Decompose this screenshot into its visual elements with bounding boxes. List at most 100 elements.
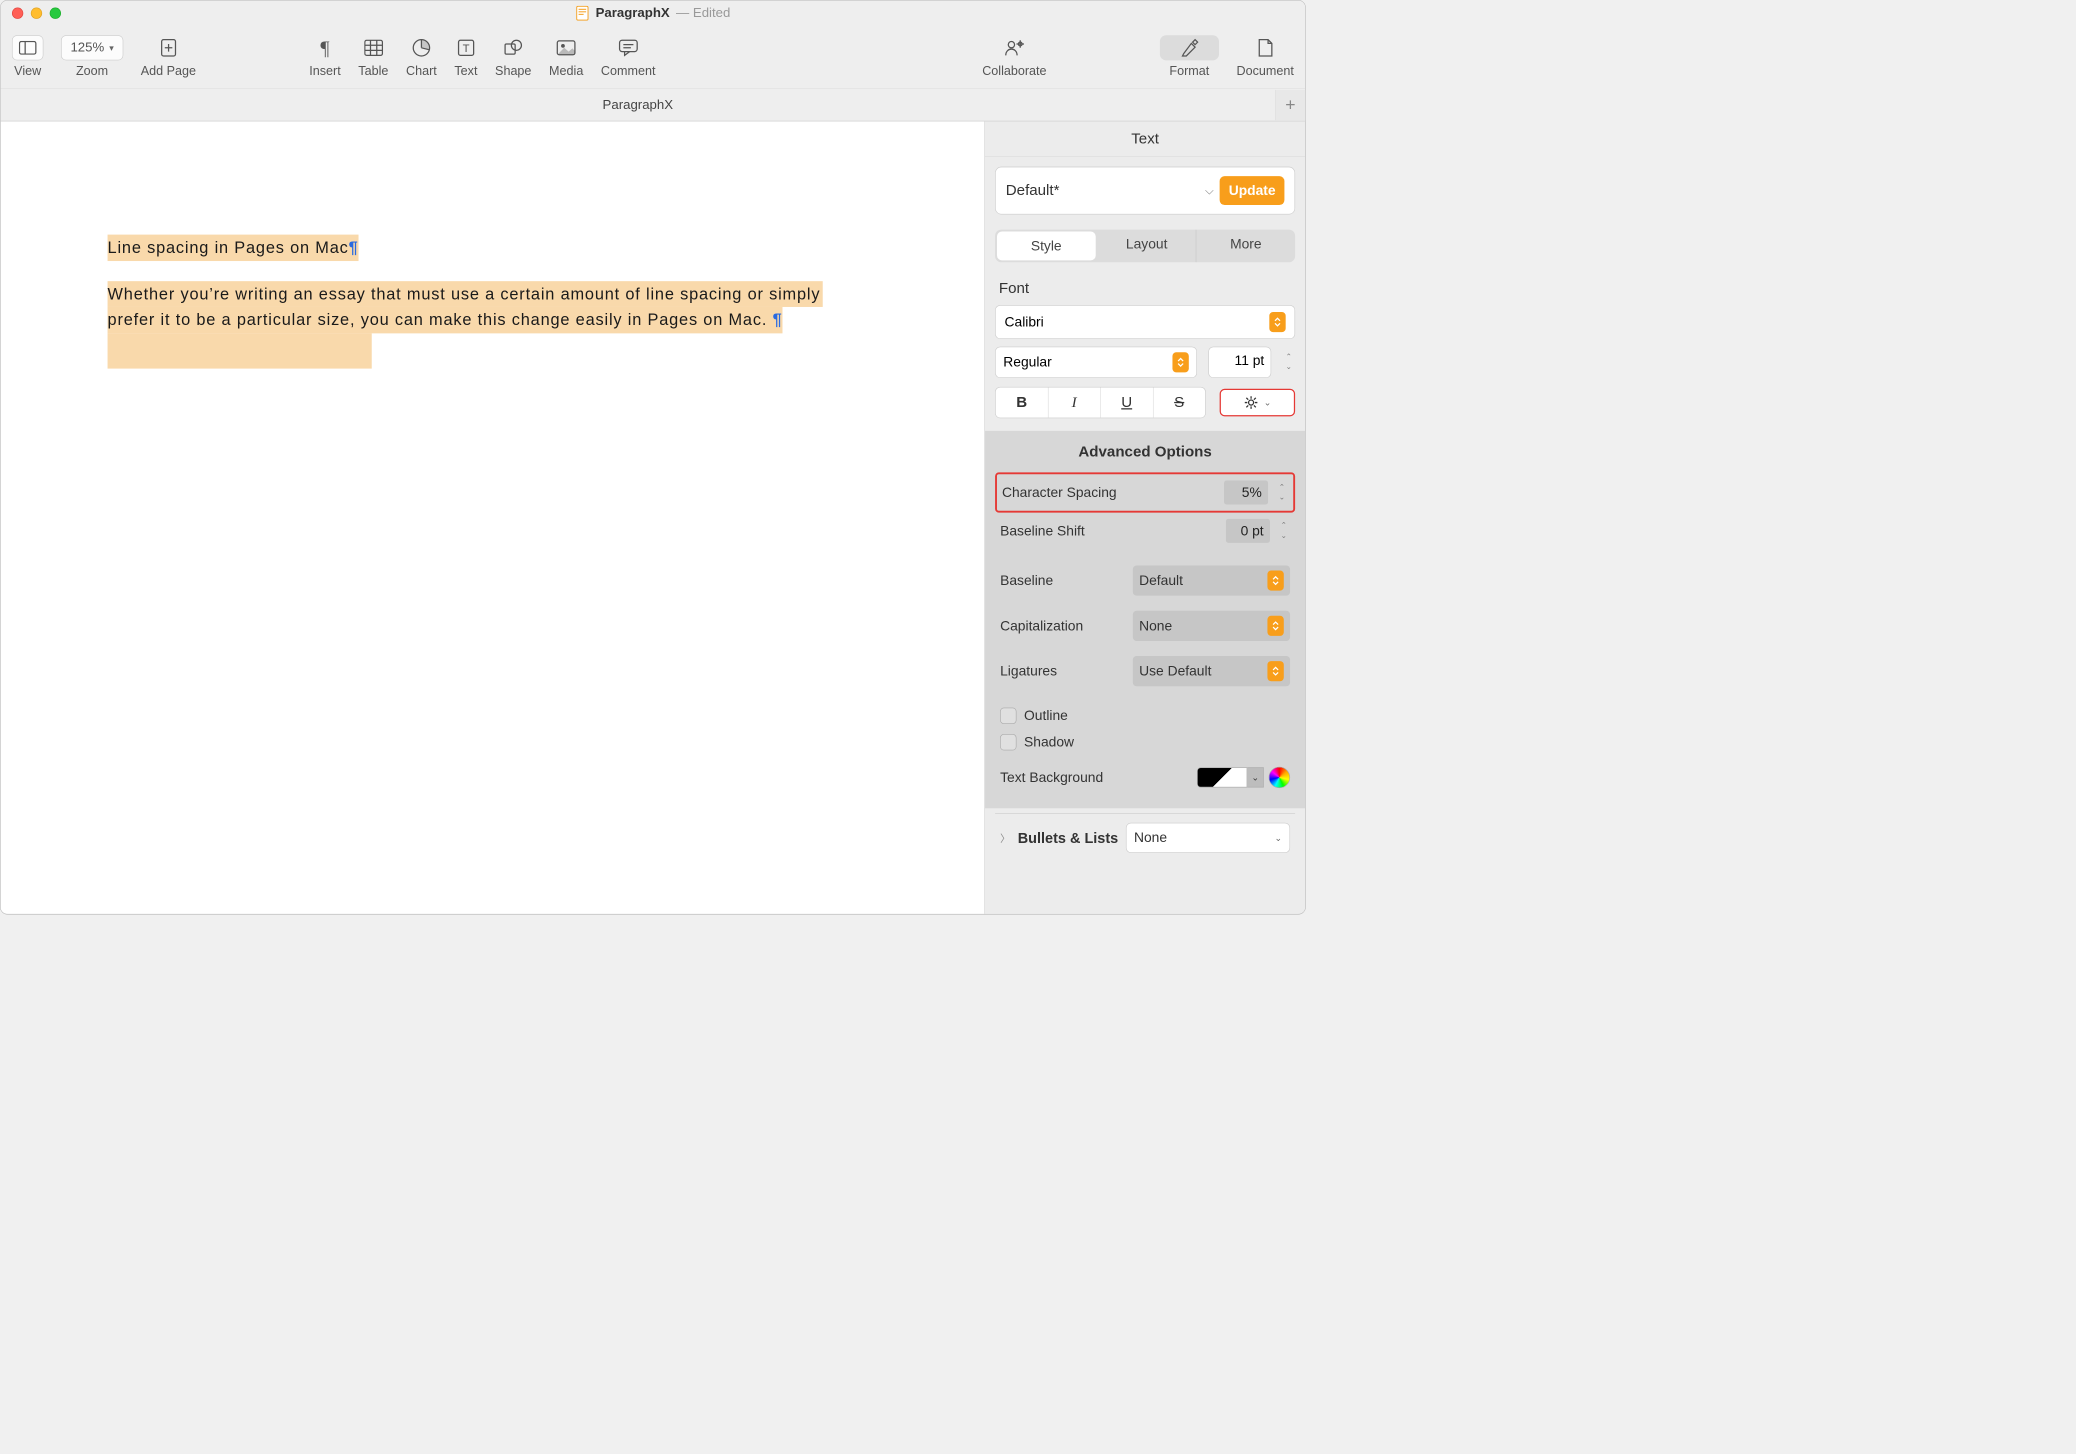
character-spacing-input[interactable]: 5% [1224,481,1268,505]
baseline-shift-row: Baseline Shift 0 pt ⌃ ⌄ [995,513,1295,549]
format-button[interactable]: Format [1160,35,1219,78]
para-line-a: Whether you’re writing an essay that mus… [108,284,821,303]
shape-button[interactable]: Shape [495,35,531,78]
titlebar: ParagraphX — Edited [1,1,1306,26]
collaborate-button[interactable]: Collaborate [982,35,1046,78]
chevron-down-icon[interactable]: ⌄ [1283,363,1296,372]
bold-button[interactable]: B [996,387,1049,417]
text-background-row: Text Background ⌄ [995,755,1295,793]
add-tab-button[interactable]: + [1275,90,1305,120]
strikethrough-button[interactable]: S [1153,387,1205,417]
italic-button[interactable]: I [1048,387,1101,417]
segment-style[interactable]: Style [997,231,1096,260]
document-text[interactable]: Line spacing in Pages on Mac¶ Whether yo… [108,235,947,369]
zoom-button[interactable]: 125% ▾ Zoom [61,35,123,78]
capitalization-select[interactable]: None [1133,611,1290,641]
media-button[interactable]: Media [549,35,583,78]
update-style-button[interactable]: Update [1220,176,1285,205]
advanced-options-button[interactable]: ⌄ [1220,389,1295,417]
zoom-window-button[interactable] [50,8,61,19]
para-line-b: prefer it to be a particular size, you c… [108,310,773,329]
ligatures-select[interactable]: Use Default [1133,656,1290,686]
capitalization-label: Capitalization [1000,618,1083,634]
shadow-checkbox[interactable] [1000,734,1016,750]
chevron-up-icon[interactable]: ⌃ [1276,483,1289,492]
chevron-down-icon: ⌄ [1275,832,1282,843]
chevron-up-icon[interactable]: ⌃ [1283,353,1296,362]
svg-text:T: T [462,43,469,55]
text-background-swatch[interactable] [1197,767,1247,787]
stepper-icon [1172,352,1188,372]
minimize-window-button[interactable] [31,8,42,19]
window-title: ParagraphX — Edited [575,5,730,21]
bullets-lists-select[interactable]: None ⌄ [1126,823,1290,853]
font-size-input[interactable]: 11 pt [1208,347,1271,378]
baseline-row: Baseline Default [995,558,1295,603]
comment-button[interactable]: Comment [601,35,656,78]
inspector-segments: Style Layout More [995,230,1295,263]
baseline-shift-input[interactable]: 0 pt [1226,519,1270,543]
outline-label: Outline [1024,708,1068,724]
close-window-button[interactable] [12,8,23,19]
character-spacing-label: Character Spacing [1002,484,1224,500]
baseline-select[interactable]: Default [1133,565,1290,595]
chart-label: Chart [406,64,437,78]
table-button[interactable]: Table [358,35,388,78]
chevron-down-icon: ⌄ [1264,397,1271,408]
segment-more[interactable]: More [1197,230,1296,263]
document-icon [575,5,589,21]
chevron-up-icon[interactable]: ⌃ [1277,521,1290,530]
chevron-down-icon[interactable]: ⌄ [1277,532,1290,541]
baseline-shift-stepper[interactable]: ⌃ ⌄ [1277,521,1290,540]
traffic-lights [12,8,61,19]
document-button[interactable]: Document [1237,35,1294,78]
comment-label: Comment [601,64,656,78]
format-label: Format [1169,64,1209,78]
insert-button[interactable]: ¶ Insert [309,35,340,78]
view-button[interactable]: View [12,35,43,78]
stepper-icon [1267,661,1283,681]
chart-button[interactable]: Chart [406,35,437,78]
stepper-icon [1267,571,1283,591]
inspector-header: Text [985,121,1305,156]
tab-name[interactable]: ParagraphX [1,97,1275,112]
table-label: Table [358,64,388,78]
font-family-value: Calibri [1005,314,1044,330]
paragraph-style-select[interactable]: Default* ⌵ Update [995,167,1295,215]
chevron-down-icon[interactable]: ⌄ [1276,493,1289,502]
outline-checkbox[interactable] [1000,708,1016,724]
selection-trailing [108,333,372,368]
view-label: View [14,64,41,78]
pilcrow-icon: ¶ [773,310,783,329]
chevron-down-icon: ▾ [109,42,113,53]
disclosure-icon[interactable]: 〉 [1000,830,1010,845]
color-picker-button[interactable] [1269,767,1290,788]
shape-label: Shape [495,64,531,78]
add-page-button[interactable]: Add Page [141,35,196,78]
font-size-stepper[interactable]: ⌃ ⌄ [1283,347,1296,378]
font-weight-value: Regular [1003,354,1051,370]
advanced-options-title: Advanced Options [995,443,1295,461]
text-background-label: Text Background [1000,769,1103,785]
edited-status: — Edited [676,6,730,21]
pilcrow-icon: ¶ [349,238,359,257]
document-canvas[interactable]: Line spacing in Pages on Mac¶ Whether yo… [1,121,985,914]
heading-line: Line spacing in Pages on Mac [108,238,349,257]
font-weight-select[interactable]: Regular [995,347,1197,378]
font-family-select[interactable]: Calibri [995,305,1295,339]
ligatures-label: Ligatures [1000,663,1057,679]
chevron-down-icon[interactable]: ⌄ [1247,767,1263,787]
underline-button[interactable]: U [1101,387,1154,417]
zoom-label: Zoom [76,64,108,78]
collaborate-label: Collaborate [982,64,1046,78]
text-style-group: B I U S [995,387,1206,418]
text-button[interactable]: T Text [454,35,477,78]
character-spacing-stepper[interactable]: ⌃ ⌄ [1276,483,1289,502]
capitalization-row: Capitalization None [995,603,1295,648]
font-section-label: Font [999,280,1295,298]
media-label: Media [549,64,583,78]
bullets-lists-value: None [1134,830,1167,846]
tab-row: ParagraphX + [1,89,1306,122]
segment-layout[interactable]: Layout [1097,230,1196,263]
gear-icon [1244,395,1259,410]
